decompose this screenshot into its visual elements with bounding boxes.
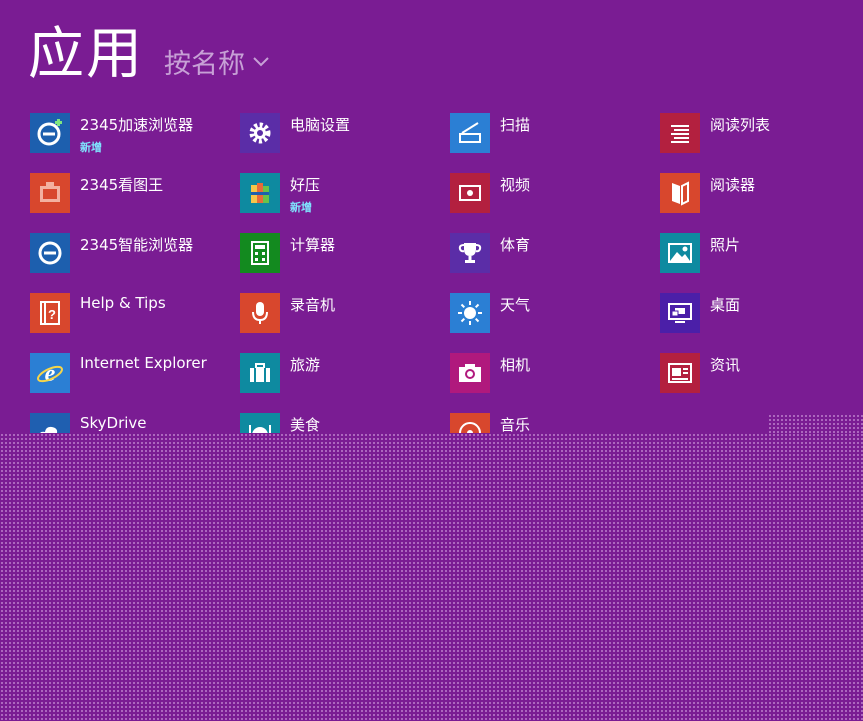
app-tile[interactable]: 2345看图王 (30, 173, 230, 221)
app-tile[interactable]: 相机 (450, 353, 650, 401)
app-tile[interactable]: 扫描 (450, 113, 650, 161)
app-tile[interactable]: 资讯 (660, 353, 860, 401)
app-label: 旅游 (290, 356, 321, 374)
app-label: 2345加速浏览器 (80, 116, 194, 134)
archive-books-icon (240, 173, 280, 213)
chevron-down-icon (251, 45, 271, 78)
app-tile[interactable]: 2345智能浏览器 (30, 233, 230, 281)
app-label: Help & Tips (80, 294, 166, 312)
app-label: 照片 (710, 236, 741, 254)
app-tile[interactable]: 美食 (240, 413, 440, 433)
app-tile[interactable]: ? Help & Tips (30, 293, 230, 341)
page-title: 应用 (28, 22, 144, 87)
camera-icon (450, 353, 490, 393)
svg-text:e: e (45, 361, 56, 387)
app-label: 电脑设置 (290, 116, 351, 134)
screen-dither-overlay (768, 414, 863, 433)
apps-grid: 2345加速浏览器 新增 2345看图王 2345智能浏览器? Help & Tips e… (30, 113, 863, 433)
app-label: 好压 (290, 176, 321, 194)
app-tile[interactable]: 阅读器 (660, 173, 860, 221)
new-badge: 新增 (290, 201, 312, 214)
app-tile[interactable]: 录音机 (240, 293, 440, 341)
suitcase-icon (240, 353, 280, 393)
photos-icon (660, 233, 700, 273)
trophy-icon (450, 233, 490, 273)
app-tile[interactable]: 阅读列表 (660, 113, 860, 161)
app-label: 美食 (290, 416, 321, 433)
reader-icon (660, 173, 700, 213)
music-icon (450, 413, 490, 433)
calculator-icon (240, 233, 280, 273)
sun-icon (450, 293, 490, 333)
sort-label: 按名称 (164, 49, 245, 80)
app-label: 相机 (500, 356, 531, 374)
app-label: 计算器 (290, 236, 336, 254)
app-tile[interactable]: 好压 新增 (240, 173, 440, 221)
app-label: 资讯 (710, 356, 741, 374)
new-badge: 新增 (80, 141, 102, 154)
reading-list-icon (660, 113, 700, 153)
gear-icon (240, 113, 280, 153)
app-label: SkyDrive (80, 414, 147, 432)
desktop-icon (660, 293, 700, 333)
app-tile[interactable]: 电脑设置 (240, 113, 440, 161)
app-tile[interactable]: 体育 (450, 233, 650, 281)
app-tile[interactable]: SkyDrive (30, 413, 230, 433)
photo-viewer-icon (30, 173, 70, 213)
app-tile[interactable]: 计算器 (240, 233, 440, 281)
app-label: 阅读列表 (710, 116, 771, 134)
app-label: 阅读器 (710, 176, 756, 194)
help-book-icon: ? (30, 293, 70, 333)
app-label: 视频 (500, 176, 531, 194)
ie-icon: e (30, 353, 70, 393)
news-icon (660, 353, 700, 393)
app-tile[interactable]: 桌面 (660, 293, 860, 341)
apps-header: 应用 按名称 (28, 22, 271, 88)
cloud-icon (30, 413, 70, 433)
food-icon (240, 413, 280, 433)
app-label: 扫描 (500, 116, 531, 134)
app-label: Internet Explorer (80, 354, 207, 372)
app-label: 音乐 (500, 416, 531, 433)
microphone-icon (240, 293, 280, 333)
app-label: 录音机 (290, 296, 336, 314)
app-tile[interactable]: 2345加速浏览器新增 (30, 113, 230, 161)
app-tile[interactable]: 照片 (660, 233, 860, 281)
svg-text:?: ? (48, 307, 56, 322)
app-tile[interactable]: 音乐 (450, 413, 650, 433)
app-tile[interactable]: e Internet Explorer (30, 353, 230, 401)
screen-dither-overlay (0, 433, 863, 721)
video-icon (450, 173, 490, 213)
scanner-icon (450, 113, 490, 153)
browser-plus-icon (30, 113, 70, 153)
app-label: 体育 (500, 236, 531, 254)
app-label: 2345看图王 (80, 176, 164, 194)
sort-by-name-dropdown[interactable]: 按名称 (164, 42, 271, 81)
app-label: 天气 (500, 296, 531, 314)
app-tile[interactable]: 旅游 (240, 353, 440, 401)
browser-icon (30, 233, 70, 273)
app-tile[interactable]: 天气 (450, 293, 650, 341)
app-tile[interactable]: 视频 (450, 173, 650, 221)
app-label: 2345智能浏览器 (80, 236, 194, 254)
app-label: 桌面 (710, 296, 741, 314)
